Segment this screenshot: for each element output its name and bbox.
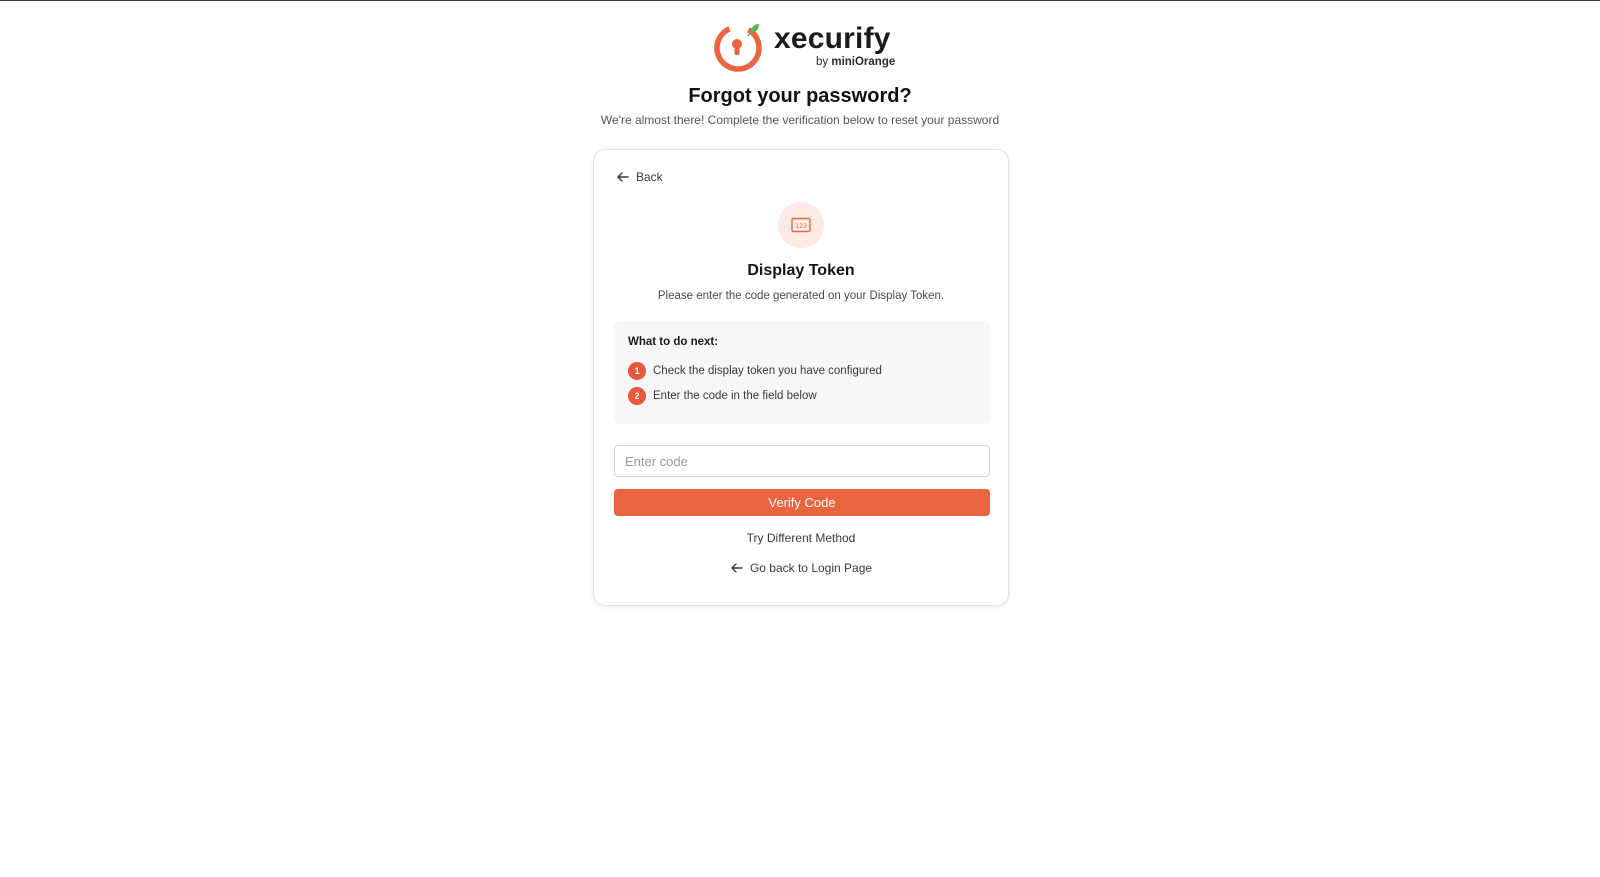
step-item: 2 Enter the code in the field below [628, 387, 976, 405]
code-input[interactable] [614, 445, 990, 477]
brand-logo: xecurify by miniOrange [712, 20, 902, 74]
verify-code-button[interactable]: Verify Code [614, 489, 990, 516]
top-border [0, 0, 1600, 1]
page-title: Forgot your password? [688, 85, 912, 107]
go-back-login-link[interactable]: Go back to Login Page [594, 560, 1008, 576]
byline-prefix: by [816, 56, 832, 68]
byline-company: miniOrange [831, 56, 896, 68]
go-back-label: Go back to Login Page [749, 561, 873, 575]
step-text: Enter the code in the field below [653, 390, 817, 402]
method-description: Please enter the code generated on your … [657, 290, 945, 302]
brand-byline: by miniOrange [816, 55, 895, 69]
try-different-method-link[interactable]: Try Different Method [594, 530, 1008, 546]
token-icon-badge: 123 [778, 202, 824, 248]
back-label: Back [636, 170, 663, 184]
step-item: 1 Check the display token you have confi… [628, 362, 976, 380]
xecurify-logo-icon [714, 24, 762, 72]
brand-wordmark: xecurify [774, 22, 891, 55]
svg-text:123: 123 [795, 222, 807, 230]
display-token-icon: 123 [791, 217, 811, 233]
step-text: Check the display token you have configu… [653, 365, 882, 377]
next-steps-panel: What to do next: 1 Check the display tok… [614, 321, 990, 424]
method-title: Display Token [747, 262, 855, 279]
step-number-badge: 1 [628, 362, 646, 380]
arrow-left-icon [617, 172, 629, 182]
step-number-badge: 2 [628, 387, 646, 405]
page-subtitle: We're almost there! Complete the verific… [600, 113, 1000, 127]
next-steps-heading: What to do next: [628, 336, 719, 348]
verification-card: Back 123 Display Token Please enter the … [593, 149, 1009, 606]
arrow-left-icon [731, 563, 743, 573]
back-link[interactable]: Back [616, 170, 663, 184]
